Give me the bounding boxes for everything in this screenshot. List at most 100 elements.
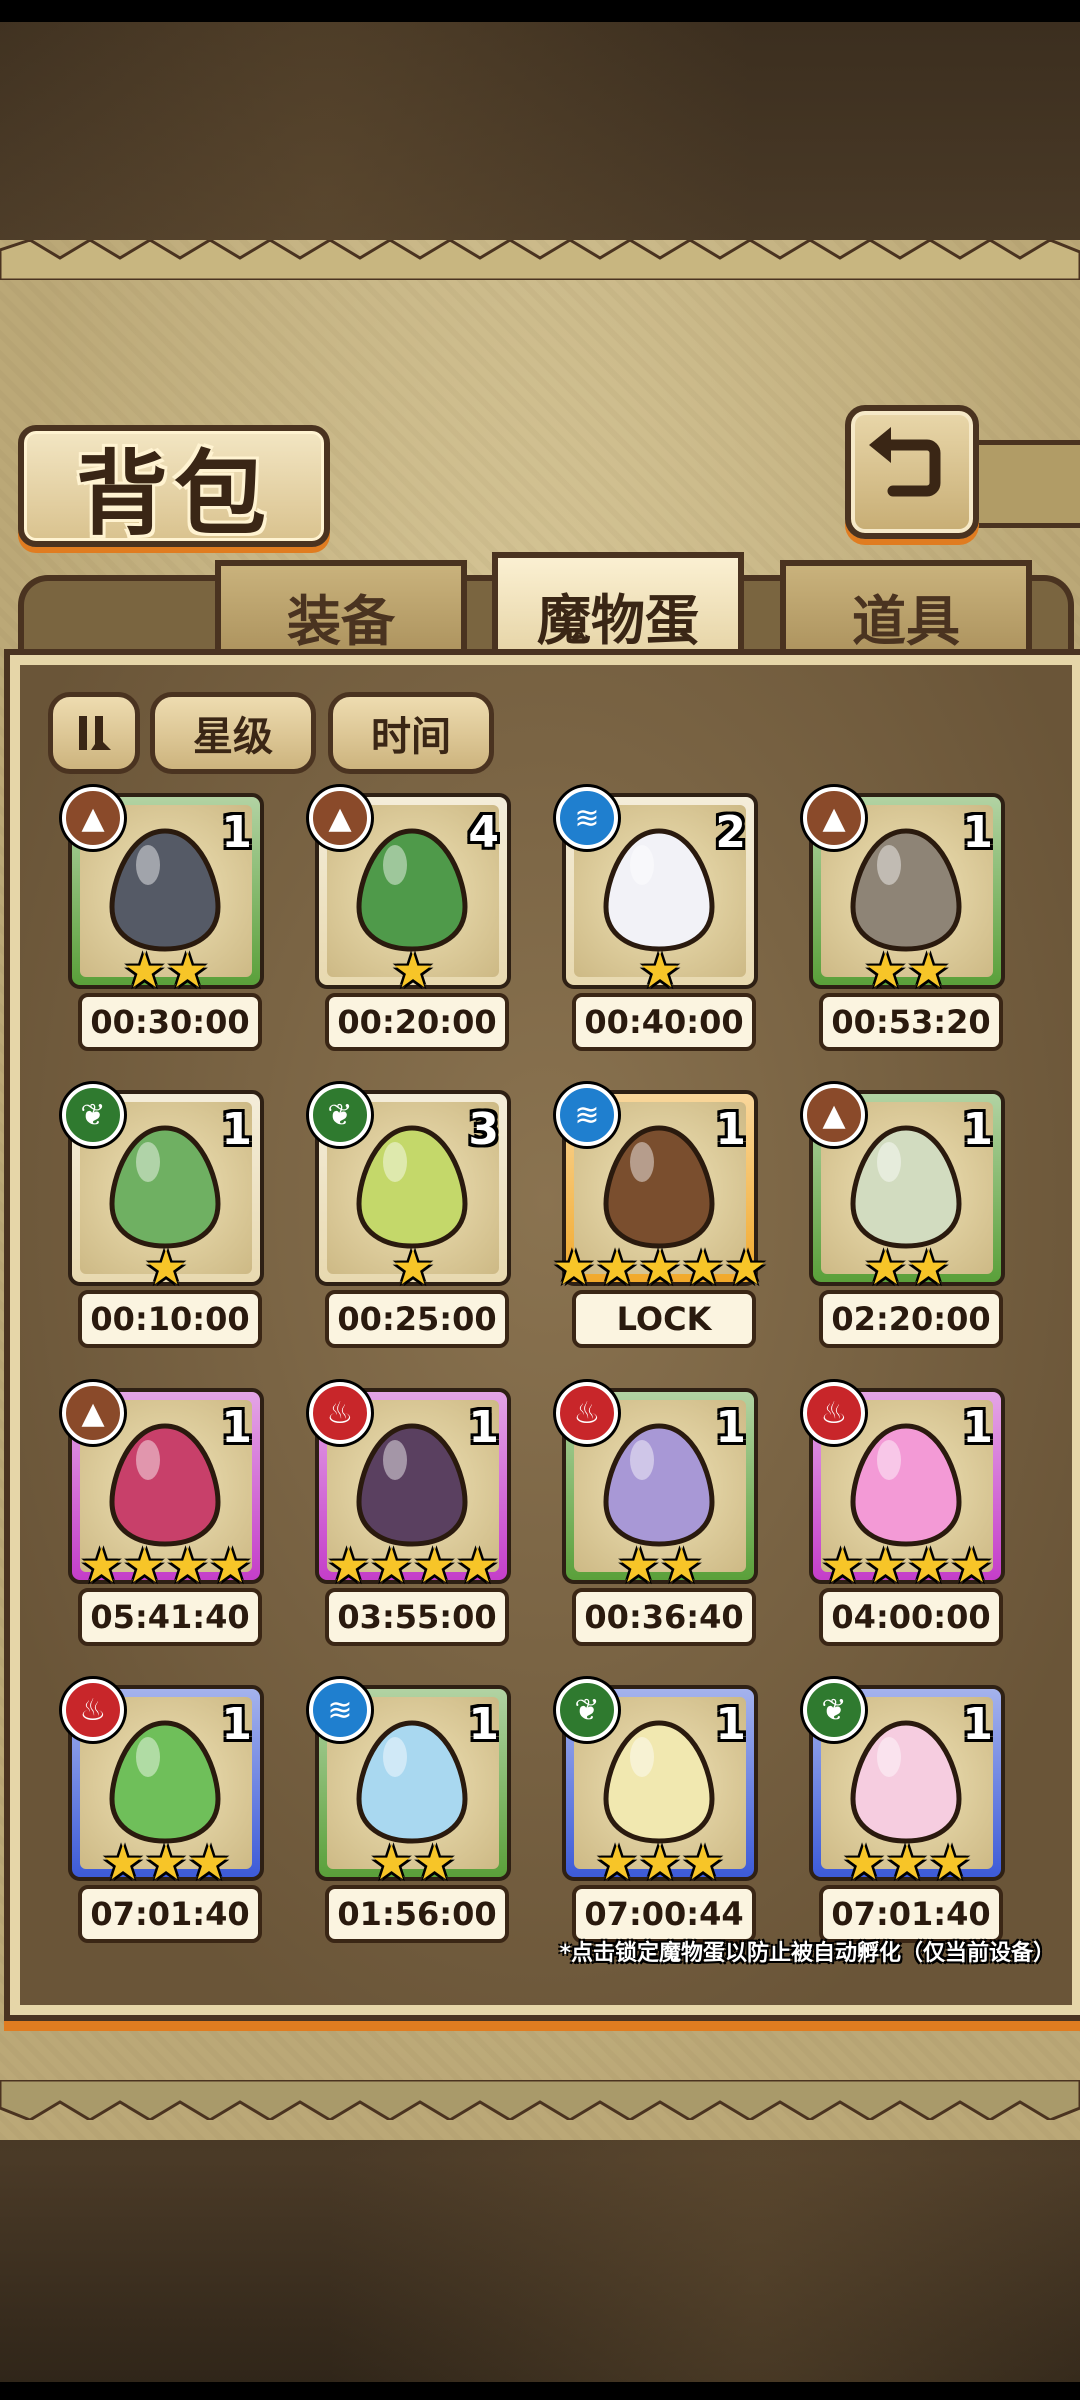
egg-icon — [603, 1423, 715, 1547]
back-button[interactable] — [845, 405, 979, 539]
egg-icon — [356, 1720, 468, 1844]
hatch-timer: 04:00:00 — [819, 1588, 1003, 1646]
star-icon: ★ — [187, 1835, 231, 1891]
egg-card[interactable]: 1 ★ ★ ≋ 01:56:00 — [309, 1679, 515, 1945]
water-element-icon: ≋ — [556, 787, 618, 849]
egg-count: 1 — [221, 1104, 252, 1155]
star-rating: ★ ★ — [566, 1542, 754, 1590]
egg-card[interactable]: 1 ★ ★ ★ ★ ♨ 04:00:00 — [803, 1382, 1009, 1648]
star-icon: ★ — [369, 1538, 413, 1594]
tab-equipment-label: 装备 — [287, 589, 395, 653]
sort-order-toggle-button[interactable] — [48, 692, 140, 774]
star-icon: ★ — [413, 1835, 457, 1891]
egg-card[interactable]: 1 ★ ★ ★ ★ ▲ 05:41:40 — [62, 1382, 268, 1648]
title-plate: 背包 — [18, 425, 330, 548]
hatch-timer: 05:41:40 — [78, 1588, 262, 1646]
star-icon: ★ — [166, 1538, 210, 1594]
sort-by-stars-button[interactable]: 星级 — [150, 692, 316, 774]
star-icon: ★ — [595, 1835, 639, 1891]
hatch-timer: 00:30:00 — [78, 993, 262, 1051]
return-arrow-icon — [869, 427, 941, 497]
egg-card[interactable]: 4 ★ ▲ 00:20:00 — [309, 787, 515, 1053]
water-element-icon: ≋ — [309, 1679, 371, 1741]
sort-by-stars-label: 星级 — [193, 714, 273, 760]
tab-equipment[interactable]: 装备 — [215, 560, 467, 666]
sort-by-time-button[interactable]: 时间 — [328, 692, 494, 774]
hatch-timer: 00:20:00 — [325, 993, 509, 1051]
egg-card[interactable]: 1 ★ ★ ♨ 00:36:40 — [556, 1382, 762, 1648]
star-rating: ★ ★ ★ — [813, 1839, 1001, 1887]
star-icon: ★ — [907, 943, 951, 999]
star-icon: ★ — [595, 1240, 639, 1296]
star-icon: ★ — [681, 1835, 725, 1891]
egg-card[interactable]: 1 ★ ★ ★ ★ ♨ 03:55:00 — [309, 1382, 515, 1648]
egg-card[interactable]: 1 ★ ★ ★ ★ ★ ≋ LOCK — [552, 1084, 768, 1350]
page-title: 背包 — [75, 440, 272, 548]
egg-card[interactable]: 1 ★ ★ ★ ❦ 07:00:44 — [556, 1679, 762, 1945]
egg-card[interactable]: 1 ★ ★ ▲ 00:53:20 — [803, 787, 1009, 1053]
earth-element-icon: ▲ — [803, 787, 865, 849]
egg-card[interactable]: 1 ★ ★ ★ ❦ 07:01:40 — [803, 1679, 1009, 1945]
egg-count: 4 — [468, 807, 499, 858]
status-bar — [0, 0, 1080, 22]
egg-count: 1 — [221, 807, 252, 858]
egg-card[interactable]: 3 ★ ❦ 00:25:00 — [309, 1084, 515, 1350]
egg-card[interactable]: 2 ★ ≋ 00:40:00 — [556, 787, 762, 1053]
water-element-icon: ≋ — [556, 1084, 618, 1146]
fire-element-icon: ♨ — [309, 1382, 371, 1444]
hatch-timer: 00:25:00 — [325, 1290, 509, 1348]
star-icon: ★ — [842, 1835, 886, 1891]
tab-items[interactable]: 道具 — [780, 560, 1032, 666]
egg-icon — [850, 1423, 962, 1547]
star-icon: ★ — [144, 1835, 188, 1891]
tab-items-label: 道具 — [852, 589, 960, 653]
hatch-timer: 00:36:40 — [572, 1588, 756, 1646]
egg-icon — [109, 1125, 221, 1249]
egg-count: 1 — [221, 1699, 252, 1750]
egg-count: 2 — [715, 807, 746, 858]
star-icon: ★ — [616, 1538, 660, 1594]
grass-element-icon: ❦ — [803, 1679, 865, 1741]
star-icon: ★ — [326, 1538, 370, 1594]
star-icon: ★ — [209, 1538, 253, 1594]
egg-icon — [109, 1423, 221, 1547]
hatch-timer: LOCK — [572, 1290, 756, 1348]
star-icon: ★ — [638, 943, 682, 999]
egg-count: 1 — [468, 1402, 499, 1453]
egg-card[interactable]: 1 ★ ★ ▲ 00:30:00 — [62, 787, 268, 1053]
earth-element-icon: ▲ — [309, 787, 371, 849]
game-screen: 背包 装备 魔物蛋 道具 星级 时间 1 ★ ★ ▲ 00:30:00 4 ★ ▲ 00:20:… — [0, 0, 1080, 2400]
star-icon: ★ — [144, 1240, 188, 1296]
star-icon: ★ — [660, 1538, 704, 1594]
fire-element-icon: ♨ — [62, 1679, 124, 1741]
hatch-timer: 03:55:00 — [325, 1588, 509, 1646]
egg-count: 1 — [715, 1402, 746, 1453]
star-rating: ★ ★ — [813, 1244, 1001, 1292]
star-icon: ★ — [928, 1835, 972, 1891]
star-icon: ★ — [122, 1538, 166, 1594]
banner-top-edge — [0, 240, 1080, 280]
fire-element-icon: ♨ — [556, 1382, 618, 1444]
egg-icon — [356, 828, 468, 952]
hatch-timer: 00:10:00 — [78, 1290, 262, 1348]
star-icon: ★ — [681, 1240, 725, 1296]
star-icon: ★ — [391, 1240, 435, 1296]
egg-card[interactable]: 1 ★ ★ ▲ 02:20:00 — [803, 1084, 1009, 1350]
lock-hint-text: *点击锁定魔物蛋以防止被自动孵化（仅当前设备） — [559, 1941, 1055, 1966]
earth-element-icon: ▲ — [62, 1382, 124, 1444]
egg-icon — [603, 828, 715, 952]
star-rating: ★ ★ ★ ★ — [813, 1542, 1001, 1590]
star-icon: ★ — [122, 943, 166, 999]
star-rating: ★ ★ — [72, 947, 260, 995]
star-rating: ★ ★ — [319, 1839, 507, 1887]
grass-element-icon: ❦ — [62, 1084, 124, 1146]
egg-card[interactable]: 1 ★ ❦ 00:10:00 — [62, 1084, 268, 1350]
star-icon: ★ — [863, 1240, 907, 1296]
egg-icon — [603, 1125, 715, 1249]
star-icon: ★ — [166, 943, 210, 999]
star-rating: ★ ★ — [813, 947, 1001, 995]
star-icon: ★ — [863, 943, 907, 999]
egg-count: 1 — [715, 1104, 746, 1155]
egg-card[interactable]: 1 ★ ★ ★ ♨ 07:01:40 — [62, 1679, 268, 1945]
sort-by-time-label: 时间 — [371, 714, 451, 760]
